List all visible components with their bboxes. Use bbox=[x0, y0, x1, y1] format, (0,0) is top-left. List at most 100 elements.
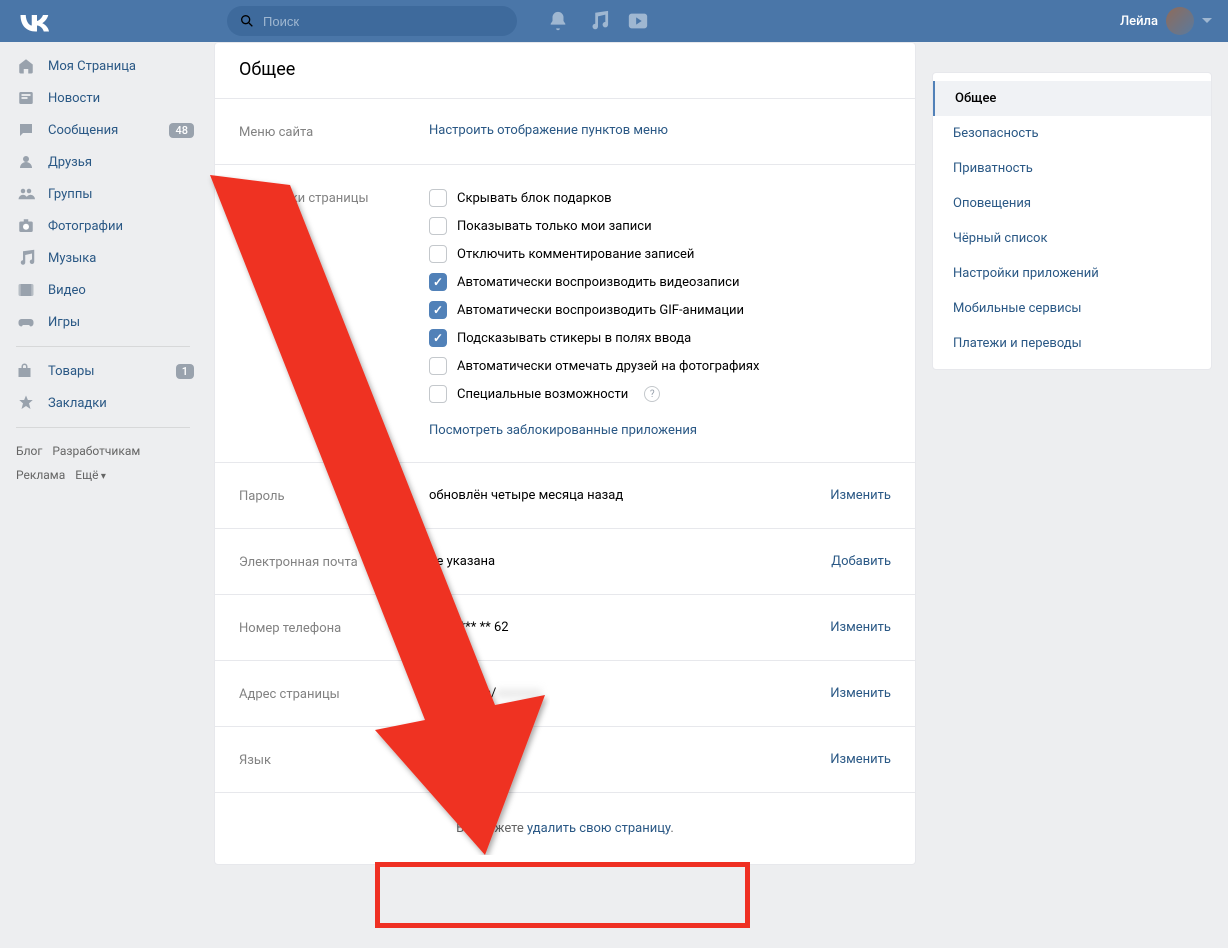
checkbox-row[interactable]: Автоматически воспроизводить GIF-анимаци… bbox=[429, 301, 891, 319]
sidebar-item-label: Группы bbox=[48, 187, 194, 202]
settings-tab[interactable]: Платежи и переводы bbox=[933, 326, 1211, 361]
sidebar-item-msg[interactable]: Сообщения48 bbox=[0, 114, 206, 146]
sidebar-item-bookmarks[interactable]: Закладки bbox=[0, 387, 206, 419]
friends-icon bbox=[16, 152, 36, 172]
sidebar-item-groups[interactable]: Группы bbox=[0, 178, 206, 210]
row-value: не указана bbox=[429, 554, 831, 569]
checkbox-label: Автоматически отмечать друзей на фотогра… bbox=[457, 359, 759, 374]
checkbox-row[interactable]: Автоматически отмечать друзей на фотогра… bbox=[429, 357, 891, 375]
checkbox[interactable] bbox=[429, 245, 447, 263]
row-value: hxxxx.com/xxxxxxx bbox=[429, 686, 830, 701]
checkbox-row[interactable]: Автоматически воспроизводить видеозаписи bbox=[429, 273, 891, 291]
checkbox[interactable] bbox=[429, 357, 447, 375]
settings-tab[interactable]: Общее bbox=[933, 81, 1211, 116]
sidebar-item-home[interactable]: Моя Страница bbox=[0, 50, 206, 82]
configure-menu-link[interactable]: Настроить отображение пунктов меню bbox=[429, 123, 668, 140]
user-menu[interactable]: Лейла bbox=[1120, 7, 1212, 35]
checkbox-row[interactable]: Подсказывать стикеры в полях ввода bbox=[429, 329, 891, 347]
groups-icon bbox=[16, 184, 36, 204]
checkbox-row[interactable]: Отключить комментирование записей bbox=[429, 245, 891, 263]
row-action-link[interactable]: Изменить bbox=[830, 752, 891, 767]
row-label: Язык bbox=[239, 751, 429, 768]
row-action-link[interactable]: Изменить bbox=[830, 686, 891, 701]
sidebar-item-label: Закладки bbox=[48, 396, 194, 411]
search-icon bbox=[239, 13, 255, 29]
sidebar-item-label: Моя Страница bbox=[48, 59, 194, 74]
footer-link[interactable]: Разработчикам bbox=[52, 444, 140, 458]
search-input[interactable] bbox=[227, 6, 517, 36]
settings-panel: Общее Меню сайта Настроить отображение п… bbox=[214, 42, 916, 865]
row-value: обновлён четыре месяца назад bbox=[429, 488, 830, 503]
sidebar-item-label: Игры bbox=[48, 315, 194, 330]
music-icon bbox=[16, 248, 36, 268]
sidebar-item-label: Фотографии bbox=[48, 219, 194, 234]
sidebar-item-news[interactable]: Новости bbox=[0, 82, 206, 114]
checkbox[interactable] bbox=[429, 329, 447, 347]
market-icon bbox=[16, 361, 36, 381]
video-play-icon[interactable] bbox=[627, 10, 649, 32]
sidebar-separator bbox=[16, 346, 190, 347]
row-action-link[interactable]: Изменить bbox=[830, 488, 891, 503]
sidebar-item-games[interactable]: Игры bbox=[0, 306, 206, 338]
news-icon bbox=[16, 88, 36, 108]
checkbox-row[interactable]: Специальные возможности? bbox=[429, 385, 891, 403]
row-action-link[interactable]: Добавить bbox=[831, 554, 891, 569]
page-settings-section: Настройки страницы Скрывать блок подарко… bbox=[215, 165, 915, 463]
delete-account-section: Вы можете удалить свою страницу. bbox=[215, 793, 915, 864]
settings-tab[interactable]: Безопасность bbox=[933, 116, 1211, 151]
msg-icon bbox=[16, 120, 36, 140]
row-label: Адрес страницы bbox=[239, 685, 429, 702]
sidebar-item-label: Музыка bbox=[48, 251, 194, 266]
checkbox[interactable] bbox=[429, 189, 447, 207]
checkbox-label: Показывать только мои записи bbox=[457, 219, 652, 234]
checkbox-label: Автоматически воспроизводить видеозаписи bbox=[457, 275, 739, 290]
delete-account-link[interactable]: удалить свою страницу bbox=[527, 821, 670, 836]
sidebar-item-label: Сообщения bbox=[48, 123, 169, 138]
info-row: Номер телефона7 *** *** ** 62Изменить bbox=[215, 595, 915, 661]
sidebar-item-market[interactable]: Товары1 bbox=[0, 355, 206, 387]
bookmarks-icon bbox=[16, 393, 36, 413]
sidebar-item-music[interactable]: Музыка bbox=[0, 242, 206, 274]
info-row: Адрес страницыhxxxx.com/xxxxxxxИзменить bbox=[215, 661, 915, 727]
settings-tabs: ОбщееБезопасностьПриватностьОповещенияЧё… bbox=[932, 72, 1212, 370]
site-menu-section: Меню сайта Настроить отображение пунктов… bbox=[215, 99, 915, 165]
footer-more[interactable]: Ещё bbox=[75, 468, 106, 482]
photos-icon bbox=[16, 216, 36, 236]
top-header: Лейла bbox=[0, 0, 1228, 42]
settings-tab[interactable]: Приватность bbox=[933, 151, 1211, 186]
row-value: Русский bbox=[429, 752, 830, 767]
sidebar-item-photos[interactable]: Фотографии bbox=[0, 210, 206, 242]
checkbox-label: Автоматически воспроизводить GIF-анимаци… bbox=[457, 303, 744, 318]
footer-link[interactable]: Реклама bbox=[16, 468, 65, 482]
sidebar-item-friends[interactable]: Друзья bbox=[0, 146, 206, 178]
info-row: Электронная почтане указанаДобавить bbox=[215, 529, 915, 595]
checkbox[interactable] bbox=[429, 301, 447, 319]
row-action-link[interactable]: Изменить bbox=[830, 620, 891, 635]
notifications-icon[interactable] bbox=[547, 10, 569, 32]
help-icon[interactable]: ? bbox=[644, 386, 660, 402]
delete-suffix: . bbox=[670, 821, 673, 836]
sidebar-item-label: Новости bbox=[48, 91, 194, 106]
checkbox-row[interactable]: Скрывать блок подарков bbox=[429, 189, 891, 207]
row-value: 7 *** *** ** 62 bbox=[429, 620, 830, 635]
checkbox[interactable] bbox=[429, 385, 447, 403]
settings-tab[interactable]: Мобильные сервисы bbox=[933, 291, 1211, 326]
chevron-down-icon bbox=[1202, 16, 1212, 26]
checkbox-label: Подсказывать стикеры в полях ввода bbox=[457, 331, 691, 346]
settings-tab[interactable]: Оповещения bbox=[933, 186, 1211, 221]
settings-tab[interactable]: Настройки приложений bbox=[933, 256, 1211, 291]
sidebar-footer: Блог Разработчикам Реклама Ещё bbox=[0, 436, 206, 490]
checkbox-row[interactable]: Показывать только мои записи bbox=[429, 217, 891, 235]
checkbox[interactable] bbox=[429, 217, 447, 235]
music-icon[interactable] bbox=[587, 10, 609, 32]
blocked-apps-link[interactable]: Посмотреть заблокированные приложения bbox=[429, 423, 891, 438]
footer-link[interactable]: Блог bbox=[16, 444, 42, 458]
vk-logo-icon[interactable] bbox=[16, 9, 52, 33]
checkbox[interactable] bbox=[429, 273, 447, 291]
sidebar-item-video[interactable]: Видео bbox=[0, 274, 206, 306]
badge: 48 bbox=[169, 123, 194, 138]
settings-tab[interactable]: Чёрный список bbox=[933, 221, 1211, 256]
sidebar-item-label: Видео bbox=[48, 283, 194, 298]
main-area: Общее Меню сайта Настроить отображение п… bbox=[206, 42, 1228, 881]
left-sidebar: Моя СтраницаНовостиСообщения48ДрузьяГруп… bbox=[0, 42, 206, 881]
